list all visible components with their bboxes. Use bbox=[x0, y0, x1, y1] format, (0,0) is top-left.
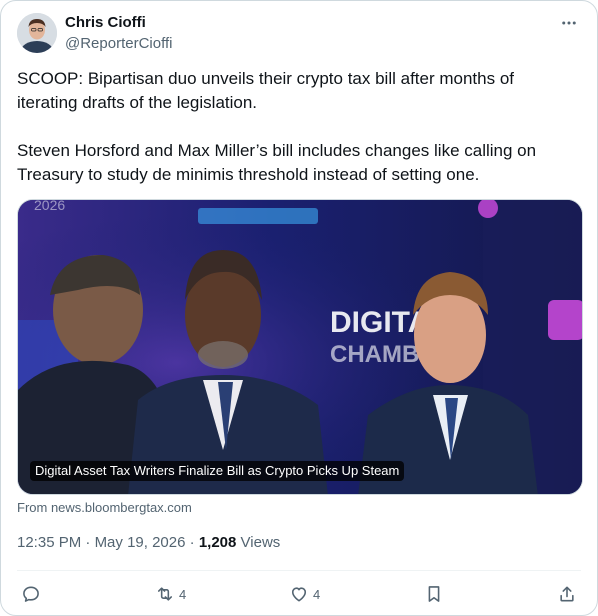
meta-separator-2: · bbox=[189, 534, 195, 551]
like-count: 4 bbox=[313, 586, 321, 602]
reply-icon bbox=[23, 586, 39, 602]
reply-button[interactable] bbox=[21, 582, 45, 606]
bookmark-button[interactable] bbox=[424, 582, 444, 606]
meta-separator-1: · bbox=[85, 534, 91, 551]
link-card-caption: Digital Asset Tax Writers Finalize Bill … bbox=[30, 461, 405, 481]
views-label: Views bbox=[240, 534, 281, 551]
divider bbox=[17, 570, 581, 571]
share-button[interactable] bbox=[557, 582, 577, 606]
link-card-image[interactable]: DIGITA CHAMBE 2026 Digital Asset Tax Wri… bbox=[17, 199, 583, 495]
conference-photo: DIGITA CHAMBE 2026 bbox=[18, 200, 582, 494]
bookmark-icon bbox=[428, 586, 440, 602]
link-source[interactable]: From news.bloombergtax.com bbox=[17, 500, 192, 515]
tweet-meta: 12:35 PM · May 19, 2026 · 1,208 Views bbox=[17, 533, 280, 553]
heart-icon bbox=[291, 587, 307, 602]
tweet-paragraph-2: Steven Horsford and Max Miller’s bill in… bbox=[17, 141, 537, 184]
more-options-icon[interactable] bbox=[555, 11, 583, 35]
retweet-count: 4 bbox=[179, 586, 187, 602]
avatar[interactable] bbox=[17, 13, 57, 53]
share-icon bbox=[560, 586, 574, 602]
tweet-paragraph-1: SCOOP: Bipartisan duo unveils their cryp… bbox=[17, 69, 515, 112]
author-name[interactable]: Chris Cioffi bbox=[65, 13, 146, 33]
retweet-icon bbox=[157, 587, 173, 601]
tweet-time[interactable]: 12:35 PM bbox=[17, 534, 81, 551]
tweet-date[interactable]: May 19, 2026 bbox=[95, 534, 186, 551]
tweet-text: SCOOP: Bipartisan duo unveils their cryp… bbox=[17, 67, 577, 187]
like-button[interactable]: 4 bbox=[289, 582, 320, 606]
tweet-card: Chris Cioffi @ReporterCioffi SCOOP: Bipa… bbox=[0, 0, 598, 616]
action-bar: 4 4 bbox=[17, 579, 583, 609]
backdrop-text-3: 2026 bbox=[34, 200, 65, 213]
author-handle[interactable]: @ReporterCioffi bbox=[65, 34, 173, 54]
views-count: 1,208 bbox=[198, 534, 237, 551]
retweet-button[interactable]: 4 bbox=[155, 582, 186, 606]
